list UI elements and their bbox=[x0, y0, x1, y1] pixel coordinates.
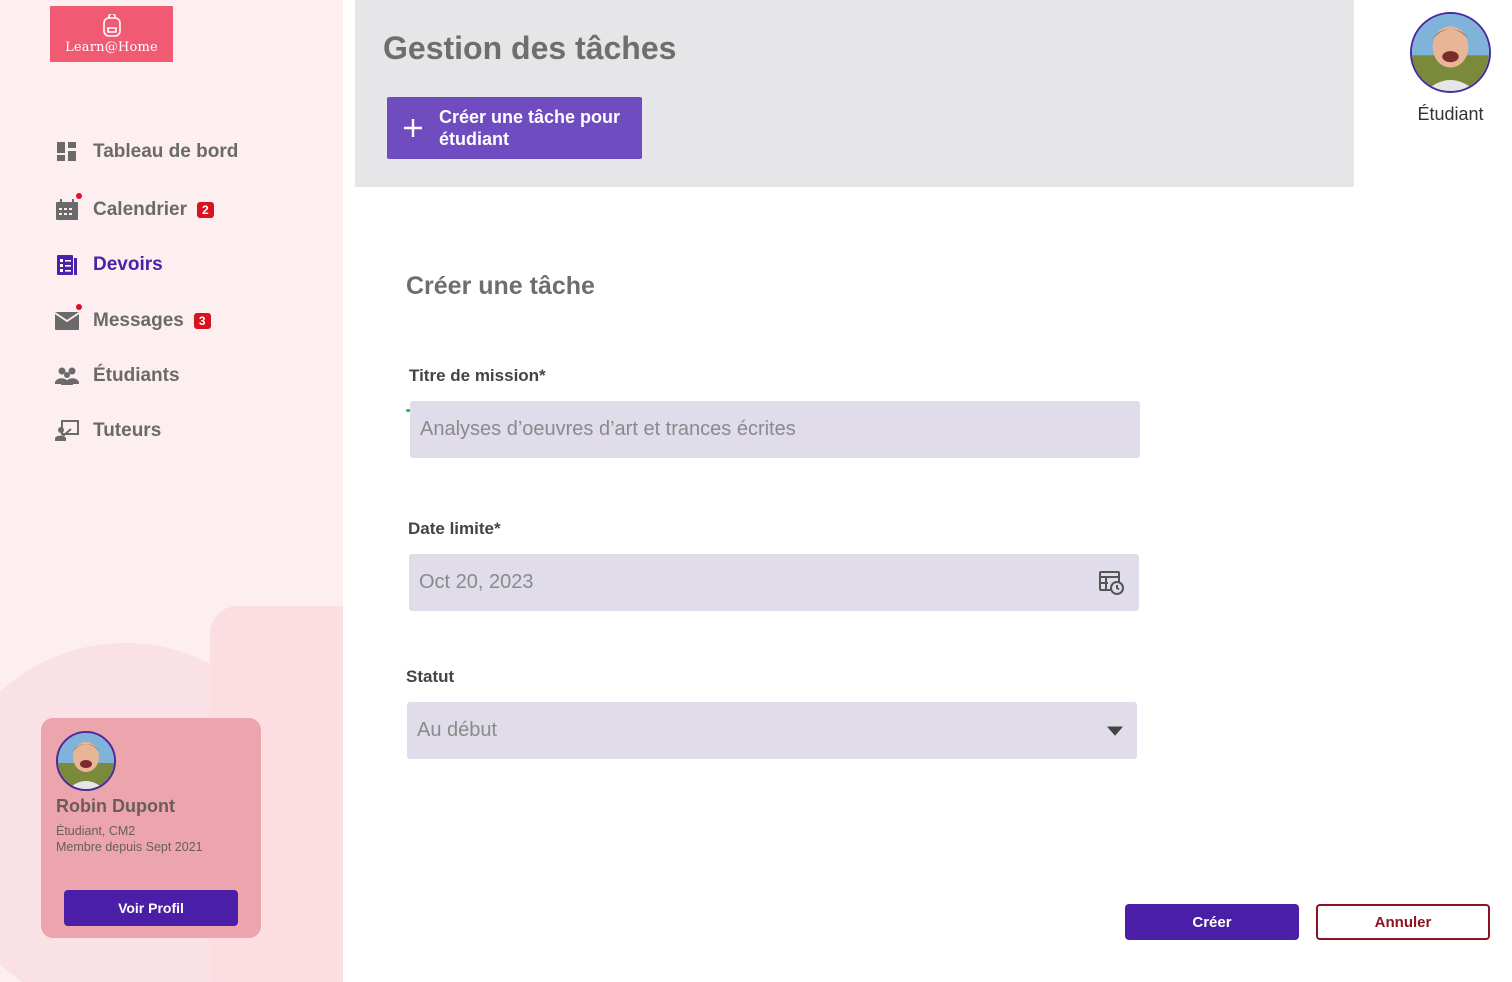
app-logo[interactable]: Learn@Home bbox=[50, 6, 173, 62]
profile-card: Robin Dupont Étudiant, CM2 Membre depuis… bbox=[41, 718, 261, 938]
view-profile-button[interactable]: Voir Profil bbox=[64, 890, 238, 926]
profile-name: Robin Dupont bbox=[56, 796, 175, 816]
plus-icon bbox=[387, 118, 439, 138]
notification-dot bbox=[76, 304, 82, 310]
sidebar-item-label: Calendrier bbox=[93, 199, 187, 220]
create-task-for-student-button[interactable]: Créer une tâche pour étudiant bbox=[387, 97, 642, 159]
sidebar-item-label: Tableau de bord bbox=[93, 141, 239, 162]
sidebar-item-label: Étudiants bbox=[93, 365, 180, 386]
form-title: Créer une tâche bbox=[406, 272, 595, 300]
mission-title-label: Titre de mission* bbox=[409, 366, 546, 385]
page-header: Gestion des tâches Créer une tâche pour … bbox=[355, 0, 1354, 187]
status-value: Au début bbox=[417, 719, 498, 741]
sidebar-item-dashboard[interactable]: Tableau de bord bbox=[55, 138, 238, 166]
create-button[interactable]: Créer bbox=[1125, 904, 1299, 940]
create-task-label: Créer une tâche pour étudiant bbox=[439, 107, 621, 149]
deadline-value: Oct 20, 2023 bbox=[419, 571, 534, 593]
sidebar-item-messages[interactable]: Messages 3 bbox=[55, 304, 211, 335]
sidebar-item-students[interactable]: Étudiants bbox=[55, 362, 180, 390]
assignments-icon bbox=[55, 253, 79, 277]
mail-icon bbox=[55, 304, 82, 333]
sidebar: Learn@Home Tableau de bord Calendrier 2 … bbox=[0, 0, 343, 982]
status-label: Statut bbox=[406, 667, 455, 686]
calendar-count-badge: 2 bbox=[196, 202, 214, 218]
notification-dot bbox=[76, 193, 82, 199]
sidebar-item-tutors[interactable]: Tuteurs bbox=[55, 417, 161, 445]
students-icon bbox=[55, 364, 79, 388]
chevron-down-icon bbox=[1107, 726, 1123, 736]
backpack-icon bbox=[102, 13, 121, 37]
messages-count-badge: 3 bbox=[193, 313, 211, 329]
status-select[interactable]: Au début bbox=[407, 702, 1137, 759]
cancel-button[interactable]: Annuler bbox=[1316, 904, 1490, 940]
deadline-label: Date limite* bbox=[408, 519, 501, 538]
profile-member-since: Membre depuis Sept 2021 bbox=[56, 840, 203, 854]
profile-role: Étudiant, CM2 bbox=[56, 824, 136, 838]
calendar-clock-icon[interactable] bbox=[1099, 570, 1125, 596]
user-role-label: Étudiant bbox=[1417, 104, 1484, 124]
sidebar-item-calendar[interactable]: Calendrier 2 bbox=[55, 193, 214, 224]
user-avatar[interactable] bbox=[1410, 12, 1491, 93]
logo-text: Learn@Home bbox=[65, 39, 158, 55]
mission-title-input[interactable] bbox=[420, 418, 1140, 441]
sidebar-item-label: Tuteurs bbox=[93, 420, 162, 441]
deadline-field[interactable]: Oct 20, 2023 bbox=[409, 554, 1139, 611]
sidebar-item-label: Messages bbox=[93, 310, 184, 331]
calendar-icon bbox=[55, 193, 82, 222]
tutors-icon bbox=[55, 419, 79, 443]
dashboard-icon bbox=[55, 140, 79, 164]
mission-title-field[interactable] bbox=[410, 401, 1140, 458]
sidebar-item-label: Devoirs bbox=[93, 254, 163, 275]
page-title: Gestion des tâches bbox=[383, 30, 677, 66]
sidebar-item-assignments[interactable]: Devoirs bbox=[55, 251, 163, 279]
avatar bbox=[56, 731, 116, 791]
